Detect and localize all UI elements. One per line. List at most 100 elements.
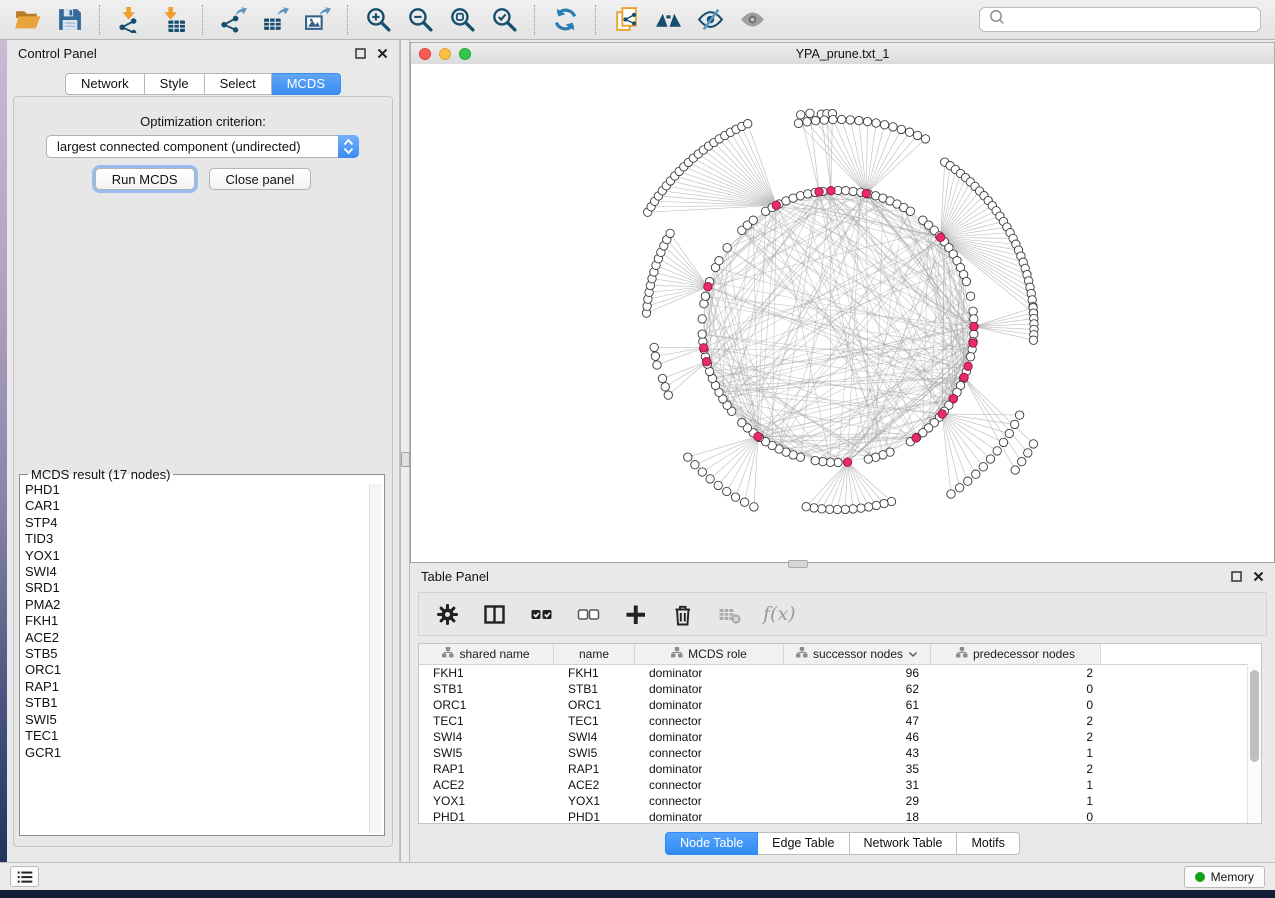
graph-node[interactable] (806, 109, 814, 117)
table-row[interactable]: ORC1ORC1dominator610 (419, 697, 1261, 713)
graph-node-highlighted[interactable] (949, 394, 957, 402)
graph-node[interactable] (740, 498, 748, 506)
graph-node[interactable] (966, 353, 974, 361)
tab-motifs[interactable]: Motifs (957, 832, 1019, 855)
graph-node[interactable] (651, 352, 659, 360)
table-row[interactable]: STB1STB1dominator620 (419, 681, 1261, 697)
graph-node-highlighted[interactable] (969, 339, 977, 347)
settings-icon[interactable] (434, 601, 460, 627)
minimize-window-icon[interactable] (439, 48, 451, 60)
table-scrollbar-thumb[interactable] (1250, 670, 1259, 762)
graph-node[interactable] (810, 504, 818, 512)
graph-node[interactable] (738, 419, 746, 427)
table-row[interactable]: ACE2ACE2connector311 (419, 777, 1261, 793)
tab-select[interactable]: Select (205, 73, 272, 95)
graph-node-highlighted[interactable] (843, 458, 851, 466)
graph-node[interactable] (666, 229, 674, 237)
graph-node[interactable] (701, 292, 709, 300)
graph-node-highlighted[interactable] (970, 322, 978, 330)
graph-node[interactable] (797, 111, 805, 119)
column-header-predecessor-nodes[interactable]: predecessor nodes (931, 644, 1101, 664)
table-row[interactable]: SWI5SWI5connector431 (419, 745, 1261, 761)
graph-node-highlighted[interactable] (815, 188, 823, 196)
graph-node[interactable] (698, 468, 706, 476)
graph-node[interactable] (833, 505, 841, 513)
graph-node-highlighted[interactable] (862, 189, 870, 197)
mcds-result-item[interactable]: PMA2 (25, 597, 366, 613)
graph-node[interactable] (750, 503, 758, 511)
graph-node[interactable] (820, 116, 828, 124)
graph-node[interactable] (849, 505, 857, 513)
graph-node-highlighted[interactable] (827, 187, 835, 195)
network-graph[interactable] (411, 64, 1274, 562)
graph-node[interactable] (889, 123, 897, 131)
graph-node[interactable] (661, 383, 669, 391)
graph-node[interactable] (864, 503, 872, 511)
graph-node[interactable] (863, 117, 871, 125)
search-network-icon[interactable] (650, 3, 686, 37)
node-table[interactable]: shared namenameMCDS rolesuccessor nodesp… (418, 643, 1262, 824)
table-scrollbar[interactable] (1247, 664, 1261, 823)
mcds-result-item[interactable]: STP4 (25, 515, 366, 531)
mcds-result-item[interactable]: STB5 (25, 646, 366, 662)
graph-node[interactable] (849, 187, 857, 195)
mcds-result-list[interactable]: PHD1CAR1STP4TID3YOX1SWI4SRD1PMA2FKH1ACE2… (25, 482, 366, 832)
mcds-result-item[interactable]: TEC1 (25, 728, 366, 744)
graph-node[interactable] (723, 244, 731, 252)
graph-node-highlighted[interactable] (772, 201, 780, 209)
tab-node-table[interactable]: Node Table (665, 832, 758, 855)
graph-node[interactable] (700, 300, 708, 308)
graph-node[interactable] (966, 292, 974, 300)
graph-node[interactable] (846, 116, 854, 124)
deselect-all-icon[interactable] (575, 601, 601, 627)
graph-node[interactable] (819, 457, 827, 465)
graph-node-highlighted[interactable] (754, 432, 762, 440)
column-header-MCDS-role[interactable]: MCDS role (635, 644, 784, 664)
graph-node-highlighted[interactable] (964, 362, 972, 370)
table-row[interactable]: SWI4SWI4dominator462 (419, 729, 1261, 745)
export-image-icon[interactable] (299, 3, 335, 37)
clone-network-icon[interactable] (608, 3, 644, 37)
splitter-grip[interactable] (401, 452, 410, 467)
graph-node-highlighted[interactable] (912, 434, 920, 442)
graph-node[interactable] (658, 374, 666, 382)
graph-node[interactable] (825, 505, 833, 513)
graph-node-highlighted[interactable] (702, 358, 710, 366)
save-session-icon[interactable] (51, 3, 87, 37)
graph-node-highlighted[interactable] (938, 410, 946, 418)
graph-node-highlighted[interactable] (960, 373, 968, 381)
close-table-panel-icon[interactable] (1253, 571, 1264, 582)
network-canvas[interactable] (410, 64, 1275, 563)
graph-node[interactable] (1029, 440, 1037, 448)
graph-node[interactable] (1029, 336, 1037, 344)
maximize-window-icon[interactable] (459, 48, 471, 60)
apply-layout-icon[interactable] (547, 3, 583, 37)
graph-node[interactable] (993, 447, 1001, 455)
graph-node[interactable] (811, 117, 819, 125)
graph-node[interactable] (818, 505, 826, 513)
tab-network-table[interactable]: Network Table (850, 832, 958, 855)
graph-node[interactable] (714, 481, 722, 489)
graph-node[interactable] (864, 455, 872, 463)
graph-node[interactable] (986, 455, 994, 463)
graph-node[interactable] (804, 190, 812, 198)
graph-node[interactable] (999, 438, 1007, 446)
hide-selected-icon[interactable] (692, 3, 728, 37)
import-network-icon[interactable] (112, 3, 148, 37)
table-row[interactable]: YOX1YOX1connector291 (419, 793, 1261, 809)
show-hidden-icon[interactable] (734, 3, 770, 37)
graph-node[interactable] (841, 505, 849, 513)
graph-node[interactable] (837, 115, 845, 123)
graph-node[interactable] (1024, 449, 1032, 457)
graph-node[interactable] (802, 503, 810, 511)
graph-node[interactable] (715, 257, 723, 265)
tab-mcds[interactable]: MCDS (272, 73, 341, 95)
graph-node[interactable] (872, 119, 880, 127)
graph-node-highlighted[interactable] (936, 233, 944, 241)
run-mcds-button[interactable]: Run MCDS (95, 168, 195, 190)
mcds-result-item[interactable]: RAP1 (25, 679, 366, 695)
mcds-result-item[interactable]: CAR1 (25, 498, 366, 514)
show-column-icon[interactable] (481, 601, 507, 627)
graph-node[interactable] (691, 461, 699, 469)
table-row[interactable]: RAP1RAP1dominator352 (419, 761, 1261, 777)
